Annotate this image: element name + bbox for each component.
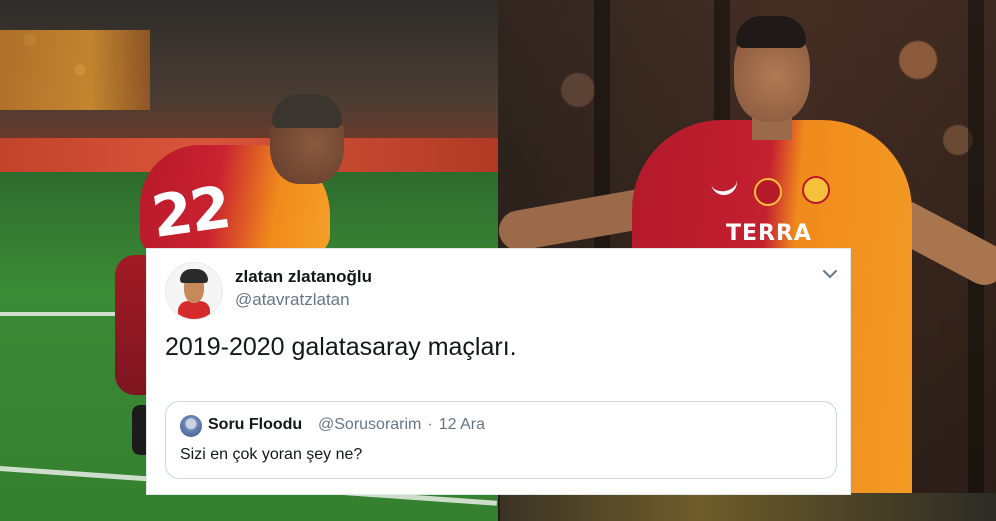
quoted-avatar[interactable] — [180, 415, 202, 437]
quoted-text: Sizi en çok yoran şey ne? — [180, 446, 363, 463]
user-handle[interactable]: @atavratzlatan — [235, 290, 350, 310]
tweet-text: 2019-2020 galatasaray maçları. — [165, 333, 517, 361]
stadium-banner — [0, 30, 150, 110]
avatar-hair — [180, 269, 208, 283]
quoted-handle[interactable]: @Sorusorarim — [318, 416, 421, 433]
turkey-flag-badge — [754, 178, 782, 206]
display-name[interactable]: zlatan zlatanoğlu — [235, 267, 372, 287]
chevron-down-icon[interactable] — [821, 265, 839, 283]
sponsor-text: TERRA — [726, 221, 812, 246]
quoted-tweet[interactable]: Soru Floodu @Sorusorarim · 12 Ara Sizi en … — [165, 401, 837, 479]
quoted-meta: @Sorusorarim · 12 Ara — [318, 416, 491, 434]
player-hair — [272, 94, 342, 128]
avatar[interactable] — [165, 262, 223, 320]
club-crest-badge — [802, 176, 830, 204]
tweet-card[interactable]: zlatan zlatanoğlu @atavratzlatan 2019-20… — [146, 248, 851, 495]
quoted-display-name[interactable]: Soru Floodu — [208, 416, 302, 434]
quoted-date[interactable]: 12 Ara — [439, 416, 485, 433]
meta-separator: · — [427, 416, 433, 433]
player-hair — [736, 16, 806, 48]
avatar-shirt — [178, 301, 210, 319]
bottom-strip — [500, 493, 996, 521]
jersey-number: 22 — [147, 172, 234, 252]
